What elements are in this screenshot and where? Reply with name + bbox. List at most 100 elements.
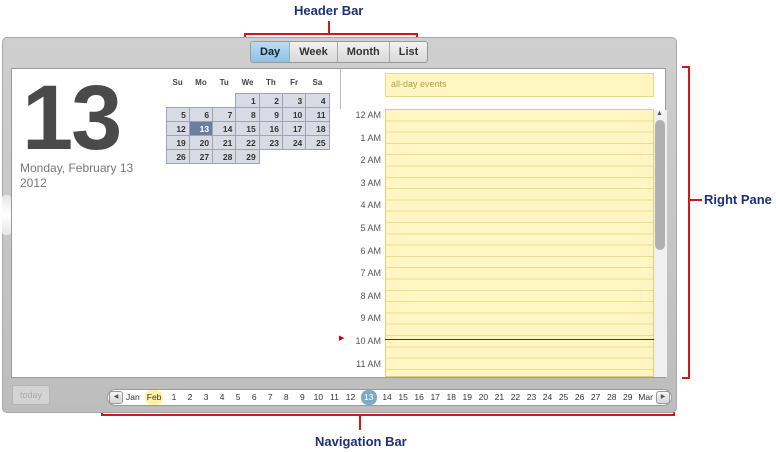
week-view-button[interactable]: Week	[290, 42, 338, 62]
mini-calendar-day[interactable]: 26	[165, 149, 190, 165]
nav-day-item[interactable]: 12	[345, 390, 356, 405]
mini-calendar-day[interactable]: 18	[305, 120, 330, 137]
nav-day-item[interactable]: 23	[526, 390, 537, 405]
right-pane-bracket-bottom	[682, 377, 690, 379]
nav-day-item[interactable]: 13	[361, 390, 377, 405]
weekday-header: Fr	[290, 78, 299, 87]
day-view-button[interactable]: Day	[251, 42, 291, 62]
nav-day-item[interactable]: 7	[265, 390, 276, 405]
nav-day-item[interactable]: 5	[233, 390, 244, 405]
mini-calendar-empty-cell	[259, 149, 283, 164]
mini-calendar-day[interactable]: 1	[235, 92, 260, 108]
nav-month-item[interactable]: Mar	[638, 390, 653, 405]
day-time-grid[interactable]	[385, 109, 654, 377]
scroll-up-arrow-icon[interactable]: ▲	[656, 110, 663, 117]
mini-calendar-day[interactable]: 23	[258, 135, 283, 151]
all-day-events-area[interactable]: all-day events	[385, 73, 654, 97]
mini-calendar-day[interactable]: 6	[188, 106, 214, 122]
nav-day-item[interactable]: 29	[622, 390, 633, 405]
scrollbar-thumb[interactable]	[655, 120, 665, 250]
mini-calendar-day[interactable]: 17	[281, 120, 307, 137]
nav-day-item[interactable]: 1	[168, 390, 179, 405]
mini-calendar: Su Mo Tu We Th Fr Sa 1 2 3 4 5 6 7 8 9 10 11 12 13 14 15 16 17…	[165, 78, 330, 165]
view-switcher: Day Week Month List	[250, 41, 429, 63]
nav-day-item[interactable]: 3	[201, 390, 212, 405]
mini-calendar-day[interactable]: 24	[281, 135, 307, 151]
nav-next-arrow-icon[interactable]: ▶	[656, 391, 670, 404]
mini-calendar-empty-cell	[166, 93, 190, 108]
nav-day-item[interactable]: 18	[446, 390, 457, 405]
month-view-button[interactable]: Month	[338, 42, 390, 62]
mini-calendar-day[interactable]: 13	[188, 120, 214, 137]
mini-calendar-day[interactable]: 14	[212, 120, 237, 137]
mini-calendar-day[interactable]: 19	[165, 135, 190, 151]
nav-day-item[interactable]: 11	[329, 390, 340, 405]
nav-day-item[interactable]: 4	[217, 390, 228, 405]
mini-calendar-day[interactable]: 8	[235, 106, 260, 122]
mini-calendar-day[interactable]: 28	[212, 149, 237, 165]
nav-day-item[interactable]: 6	[249, 390, 260, 405]
mini-calendar-day[interactable]: 15	[235, 120, 260, 137]
mini-calendar-day[interactable]: 27	[188, 149, 214, 165]
nav-month-item[interactable]: Jan	[126, 390, 140, 405]
mini-calendar-day[interactable]: 25	[305, 135, 330, 151]
selected-day-number: 13	[22, 67, 122, 169]
nav-day-item[interactable]: 8	[281, 390, 292, 405]
nav-day-item[interactable]: 25	[558, 390, 569, 405]
right-pane-callout: Right Pane	[704, 192, 772, 207]
nav-day-item[interactable]: 27	[590, 390, 601, 405]
mini-calendar-day[interactable]: 5	[165, 106, 190, 122]
nav-prev-arrow-icon[interactable]: ◀	[109, 391, 123, 404]
mini-calendar-day[interactable]: 16	[258, 120, 283, 137]
nav-day-item[interactable]: 24	[542, 390, 553, 405]
mini-calendar-day[interactable]: 9	[258, 106, 283, 122]
current-time-line	[385, 339, 654, 340]
nav-day-item[interactable]: 2	[185, 390, 196, 405]
mini-calendar-grid: 1 2 3 4 5 6 7 8 9 10 11 12 13 14 15 16 17 18 19 20 21 22 23 24 2…	[165, 92, 330, 165]
nav-day-item[interactable]: 16	[414, 390, 425, 405]
mini-calendar-day[interactable]: 7	[212, 106, 237, 122]
weekday-header: Mo	[195, 78, 207, 87]
nav-day-item[interactable]: 28	[606, 390, 617, 405]
nav-day-item[interactable]: 19	[462, 390, 473, 405]
navigation-items: Jan Feb 1 2 3 4 5 6 7 8 9 10 11 12 13 14 15 16 17 18 19 20 21 2…	[123, 390, 656, 405]
navigation-bar: ◀ Jan Feb 1 2 3 4 5 6 7 8 9 10 11 12 13 14 15 16 17 18 19 20 2…	[107, 389, 672, 406]
mini-calendar-day[interactable]: 10	[281, 106, 307, 122]
selected-date-text: Monday, February 13	[20, 161, 134, 175]
today-button[interactable]: today	[12, 385, 50, 405]
nav-day-item[interactable]: 9	[297, 390, 308, 405]
nav-day-item[interactable]: 17	[430, 390, 441, 405]
mini-calendar-day[interactable]: 22	[235, 135, 260, 151]
left-pane-collapse-handle[interactable]	[2, 195, 11, 235]
mini-calendar-day[interactable]: 4	[305, 92, 330, 108]
right-pane-bracket-side	[688, 66, 690, 379]
hour-label: 2 AM	[360, 155, 381, 166]
mini-calendar-day[interactable]: 11	[305, 106, 330, 122]
mini-calendar-day[interactable]: 29	[235, 149, 260, 165]
navigation-bar-callout: Navigation Bar	[315, 434, 407, 449]
nav-day-item[interactable]: 10	[313, 390, 324, 405]
nav-day-item[interactable]: 20	[478, 390, 489, 405]
hour-label: 1 AM	[360, 132, 381, 143]
pane-divider	[340, 69, 341, 109]
nav-day-item[interactable]: 14	[382, 390, 393, 405]
weekday-header: Th	[265, 78, 276, 87]
weekday-header: Su	[172, 78, 183, 87]
mini-calendar-day[interactable]: 12	[165, 120, 190, 137]
mini-calendar-day[interactable]: 20	[188, 135, 214, 151]
mini-calendar-day[interactable]: 21	[212, 135, 237, 151]
nav-day-item[interactable]: 15	[398, 390, 409, 405]
nav-day-item[interactable]: 26	[574, 390, 585, 405]
weekday-header: Tu	[219, 78, 229, 87]
mini-calendar-day[interactable]: 3	[281, 92, 307, 108]
mini-calendar-empty-cell	[212, 93, 236, 108]
hour-label: 10 AM	[355, 336, 381, 346]
nav-day-item[interactable]: 22	[510, 390, 521, 405]
nav-day-item[interactable]: 21	[494, 390, 505, 405]
list-view-button[interactable]: List	[390, 42, 428, 62]
hour-label: 7 AM	[360, 268, 381, 279]
navigation-bar-callout-line	[359, 416, 361, 430]
header-bar-callout: Header Bar	[294, 3, 364, 18]
mini-calendar-day[interactable]: 2	[258, 92, 283, 108]
nav-month-item[interactable]: Feb	[144, 390, 164, 405]
